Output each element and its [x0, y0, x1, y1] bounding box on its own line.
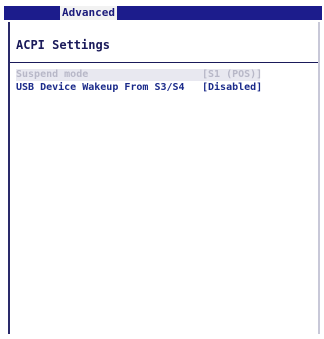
page-title: ACPI Settings	[16, 38, 110, 52]
settings-panel: ACPI Settings Suspend mode [S1 (POS)] US…	[8, 22, 320, 334]
bios-screen: Advanced ACPI Settings Suspend mode [S1 …	[0, 0, 324, 339]
setting-label: Suspend mode	[16, 69, 89, 80]
setting-label: USB Device Wakeup From S3/S4	[16, 82, 185, 93]
setting-value[interactable]: [Disabled]	[202, 82, 262, 94]
title-divider	[10, 62, 320, 63]
tab-advanced[interactable]: Advanced	[60, 6, 117, 20]
setting-suspend-mode[interactable]: Suspend mode [S1 (POS)]	[16, 69, 262, 81]
setting-value[interactable]: [S1 (POS)]	[202, 69, 262, 81]
setting-usb-wakeup[interactable]: USB Device Wakeup From S3/S4 [Disabled]	[16, 82, 262, 94]
panel-edge	[318, 22, 320, 334]
tab-bar: Advanced	[4, 6, 322, 20]
